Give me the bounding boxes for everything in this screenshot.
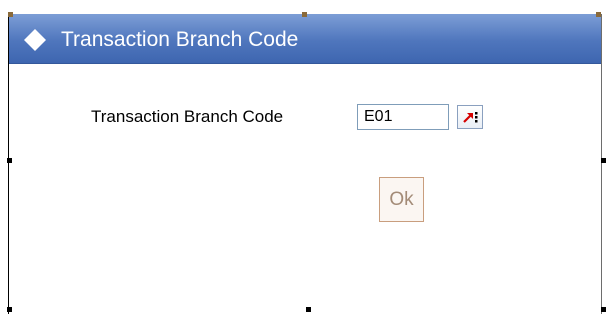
transaction-branch-code-label: Transaction Branch Code	[91, 107, 284, 126]
transaction-branch-code-dialog: Transaction Branch Code Transaction Bran…	[8, 14, 602, 314]
diamond-icon	[23, 28, 47, 52]
resize-handle-middle-left[interactable]	[7, 158, 12, 163]
branch-code-lov-button[interactable]	[457, 105, 483, 129]
transaction-branch-code-input[interactable]	[357, 104, 449, 130]
resize-handle-bottom-right[interactable]	[601, 307, 606, 312]
resize-handle-middle-right[interactable]	[601, 158, 606, 163]
resize-handle-top-right[interactable]	[596, 12, 601, 17]
ok-button[interactable]: Ok	[379, 177, 424, 222]
resize-handle-bottom-left[interactable]	[7, 307, 12, 312]
resize-handle-top-middle[interactable]	[302, 12, 307, 17]
resize-handle-bottom-middle[interactable]	[306, 307, 311, 312]
dialog-title: Transaction Branch Code	[61, 28, 299, 51]
screen: Transaction Branch Code Transaction Bran…	[0, 0, 608, 314]
resize-handle-top-left[interactable]	[8, 12, 13, 17]
list-of-values-icon	[463, 112, 478, 123]
dialog-titlebar[interactable]: Transaction Branch Code	[9, 14, 601, 64]
